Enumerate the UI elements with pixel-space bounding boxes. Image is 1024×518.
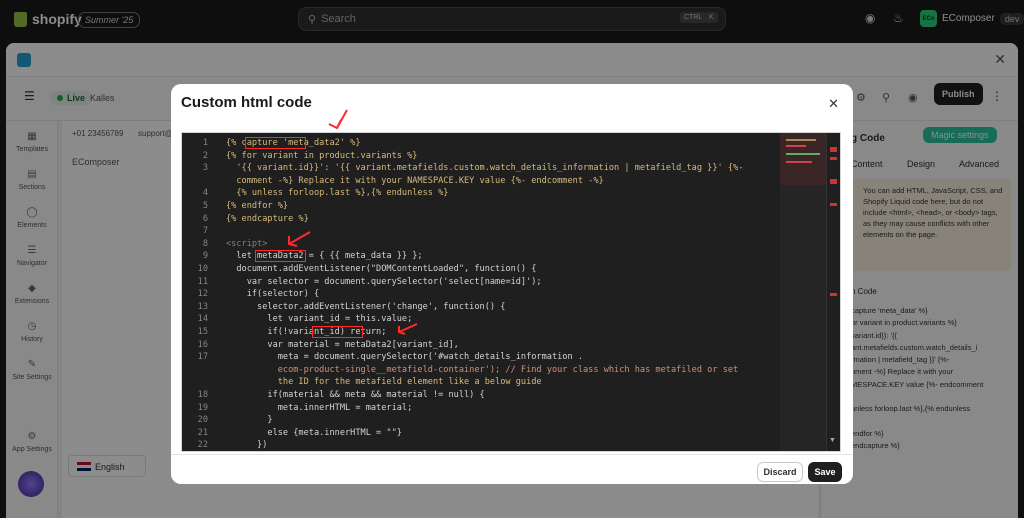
code-line[interactable]: 20 } [182, 414, 762, 426]
code-line[interactable]: 4 {% unless forloop.last %},{% endunless… [182, 187, 762, 199]
line-number: 4 [202, 188, 208, 199]
code-text: let variant_id = this.value; [226, 314, 413, 325]
code-line[interactable]: 5 {% endfor %} [182, 200, 762, 212]
line-number: 14 [197, 314, 208, 325]
line-number: 20 [197, 415, 208, 426]
custom-html-modal: Custom html code ✕ ▼ 1 {% capture 'meta_d… [171, 84, 853, 484]
line-number: 1 [202, 138, 208, 148]
minimap-line [786, 161, 812, 163]
code-line[interactable]: 22 }) [182, 439, 762, 451]
code-text: var selector = document.querySelector('s… [226, 276, 542, 287]
code-text: '{{ variant.id}}': '{{ variant.metafield… [226, 163, 744, 174]
code-text: document.addEventListener("DOMContentLoa… [226, 264, 537, 274]
code-text: meta.innerHTML = material; [226, 402, 413, 413]
code-text: } [226, 415, 273, 426]
line-number: 15 [197, 327, 208, 337]
code-line[interactable]: 13 selector.addEventListener('change', f… [182, 301, 762, 313]
line-number: 21 [197, 427, 208, 438]
code-line[interactable]: 16 var material = metaData2[variant_id], [182, 339, 762, 351]
line-number: 10 [197, 264, 208, 274]
code-editor[interactable]: ▼ 1 {% capture 'meta_data2' %} 2 {% for var… [181, 132, 841, 452]
code-line[interactable]: 3 '{{ variant.id}}': '{{ variant.metafie… [182, 162, 762, 174]
highlight-box [312, 326, 364, 338]
code-line[interactable]: 7 [182, 225, 762, 237]
code-text: {% for variant in product.variants %} [226, 150, 418, 161]
modal-title: Custom html code [181, 94, 312, 111]
code-text: {% endfor %} [226, 201, 289, 211]
code-line[interactable]: 14 let variant_id = this.value; [182, 313, 762, 325]
code-text: if(selector) { [226, 289, 320, 300]
code-line[interactable]: 11 var selector = document.querySelector… [182, 276, 762, 288]
minimap-line [786, 153, 820, 155]
code-text: }) [226, 440, 268, 451]
line-number: 18 [197, 390, 208, 400]
line-number: 22 [197, 440, 208, 451]
discard-button[interactable]: Discard [757, 462, 803, 482]
minimap-line [786, 139, 816, 141]
code-text: {% endcapture %} [226, 213, 309, 224]
annotation-arrowhead [328, 119, 342, 130]
line-number: 17 [197, 352, 208, 363]
code-text: ecom-product-single__metafield-container… [226, 364, 739, 375]
code-text: else {meta.innerHTML = ""} [226, 427, 402, 438]
code-line[interactable]: 18 if(material && meta && material != nu… [182, 389, 762, 401]
scroll-marker [830, 157, 837, 160]
code-line[interactable]: ecom-product-single__metafield-container… [182, 364, 762, 376]
line-number: 16 [197, 339, 208, 350]
code-line[interactable]: 10 document.addEventListener("DOMContent… [182, 263, 762, 275]
line-number: 19 [197, 402, 208, 413]
code-line[interactable]: 6 {% endcapture %} [182, 213, 762, 225]
code-text: selector.addEventListener('change', func… [226, 301, 506, 312]
modal-footer: Discard Save [171, 454, 853, 484]
editor-scrollbar[interactable]: ▼ [826, 133, 840, 451]
code-text: <script> [226, 238, 268, 249]
scroll-down-icon[interactable]: ▼ [829, 437, 836, 444]
code-line[interactable]: 9 let metaData2 = { {{ meta_data }} }; [182, 250, 762, 263]
code-text: if(material && meta && material != null)… [226, 390, 485, 400]
code-line[interactable]: the ID for the metafield element like a … [182, 376, 762, 388]
minimap-line [786, 145, 806, 147]
code-line[interactable]: 17 meta = document.querySelector('#watch… [182, 351, 762, 363]
scroll-marker [830, 293, 837, 296]
line-number: 3 [202, 163, 208, 174]
code-text: comment -%} Replace it with your NAMESPA… [226, 175, 604, 186]
code-text: {% unless forloop.last %},{% endunless %… [226, 188, 449, 199]
scroll-marker [830, 147, 837, 152]
line-number: 9 [202, 251, 208, 262]
scroll-marker [830, 203, 837, 206]
line-number: 7 [202, 226, 208, 237]
code-line[interactable]: comment -%} Replace it with your NAMESPA… [182, 175, 762, 187]
code-line[interactable]: 12 if(selector) { [182, 288, 762, 300]
code-line[interactable]: 2 {% for variant in product.variants %} [182, 150, 762, 162]
code-line[interactable]: 21 else {meta.innerHTML = ""} [182, 427, 762, 439]
scroll-marker [830, 179, 837, 184]
code-text: meta = document.querySelector('#watch_de… [226, 352, 583, 363]
close-icon[interactable]: ✕ [828, 96, 839, 112]
code-minimap[interactable] [780, 133, 826, 451]
line-number: 11 [197, 276, 208, 287]
save-button[interactable]: Save [808, 462, 842, 482]
code-text: var material = metaData2[variant_id], [226, 339, 459, 350]
annotation-arrow [336, 109, 348, 129]
line-number: 12 [197, 289, 208, 300]
code-line[interactable]: 8 <script> [182, 238, 762, 250]
line-number: 5 [202, 201, 208, 211]
line-number: 6 [202, 213, 208, 224]
code-line[interactable]: 15 if(!variant_id) return; [182, 326, 762, 338]
line-number: 8 [202, 238, 208, 249]
code-line[interactable]: 1 {% capture 'meta_data2' %} [182, 137, 762, 149]
highlight-box [244, 137, 306, 149]
line-number: 2 [202, 150, 208, 161]
highlight-box [255, 250, 306, 263]
code-line[interactable]: 19 meta.innerHTML = material; [182, 402, 762, 414]
line-number: 13 [197, 301, 208, 312]
code-text: the ID for the metafield element like a … [226, 377, 542, 388]
